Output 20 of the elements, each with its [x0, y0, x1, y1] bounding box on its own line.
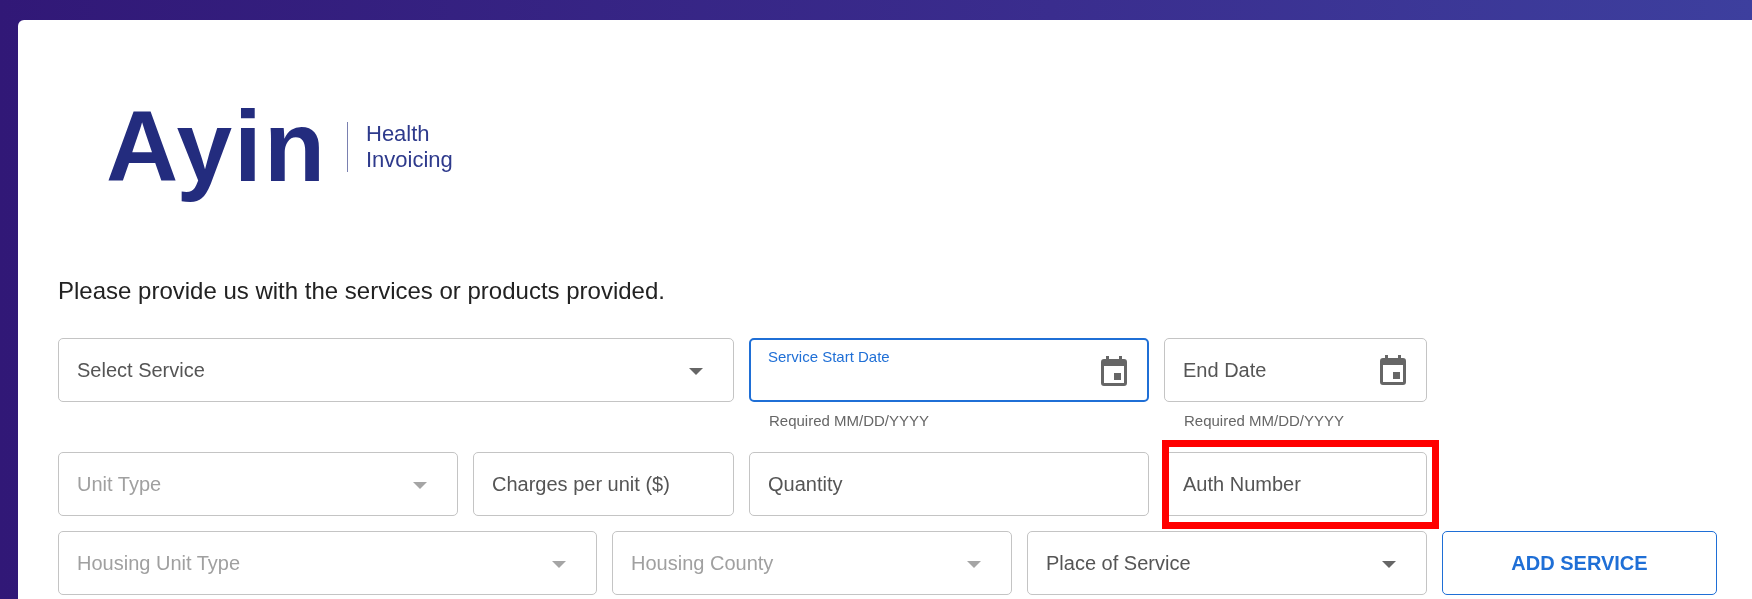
logo-tagline: Health: [366, 121, 431, 147]
caret-icon: [689, 368, 703, 375]
instruction-text: Please provide us with the services or products provided.: [58, 277, 666, 305]
logo-tagline: Invoicing: [366, 146, 453, 172]
caret-icon: [967, 561, 981, 568]
calendar-icon: [1101, 356, 1127, 386]
text-field[interactable]: Quantity: [749, 452, 1149, 516]
caret-icon: [413, 482, 427, 489]
calendar-icon: [1380, 355, 1406, 385]
date-field[interactable]: End Date: [1164, 338, 1427, 402]
select-field[interactable]: Place of Service: [1027, 531, 1427, 595]
logo-wordmark: Ayin: [106, 89, 327, 204]
text-field[interactable]: Charges per unit ($): [473, 452, 734, 516]
caret-icon: [1382, 561, 1396, 568]
add-service-button[interactable]: ADD SERVICE: [1442, 531, 1717, 595]
helper-text: Required MM/DD/YYYY: [768, 411, 931, 431]
select-field[interactable]: Select Service: [58, 338, 734, 402]
caret-icon: [552, 561, 566, 568]
date-field[interactable]: Service Start Date: [749, 338, 1149, 402]
helper-text: Required MM/DD/YYYY: [1183, 411, 1346, 431]
